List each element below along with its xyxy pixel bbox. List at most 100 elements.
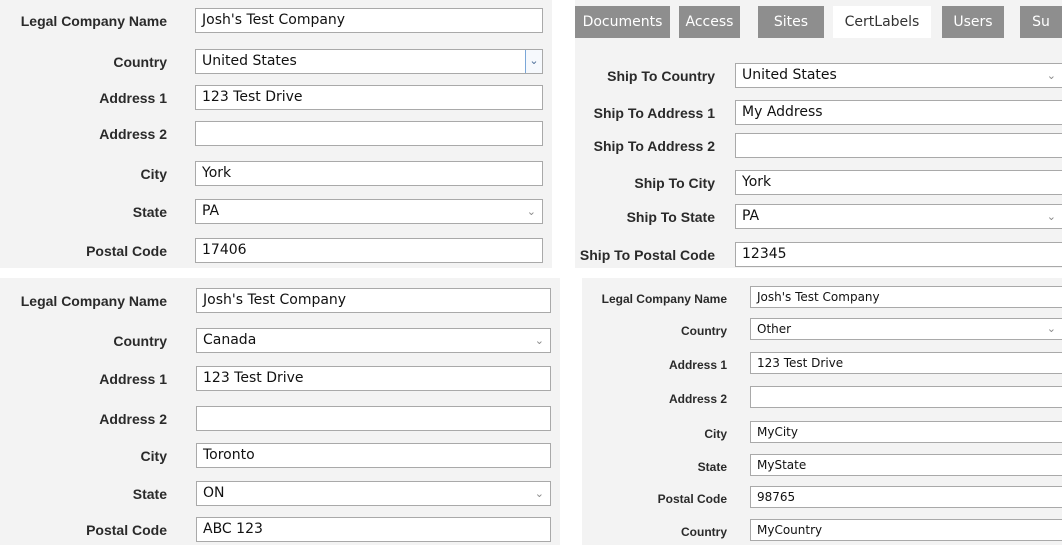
ship-to-city-input[interactable]: York — [735, 170, 1062, 195]
address-2-input[interactable] — [196, 406, 551, 431]
chevron-down-icon[interactable]: ⌄ — [1047, 205, 1056, 228]
country-select[interactable]: Other ⌄ — [750, 318, 1062, 340]
form-row: Address 2 — [0, 119, 552, 149]
form-row: Legal Company Name Josh's Test Company — [0, 286, 560, 316]
form-row: Ship To Country United States ⌄ — [575, 61, 1062, 91]
chevron-down-icon[interactable]: ⌄ — [1047, 64, 1056, 87]
field-label: Postal Code — [657, 492, 727, 506]
ship-to-country-value: United States — [742, 67, 837, 83]
chevron-down-icon[interactable]: ⌄ — [535, 329, 544, 352]
field-label: City — [704, 427, 727, 441]
field-label: Legal Company Name — [601, 292, 727, 306]
ship-to-postal-code-input[interactable]: 12345 — [735, 242, 1062, 267]
form-row: Address 2 — [0, 404, 560, 434]
field-label: Country — [113, 54, 167, 70]
legal-company-name-input[interactable]: Josh's Test Company — [750, 286, 1062, 308]
chevron-down-icon[interactable]: ⌄ — [527, 200, 536, 223]
postal-code-input[interactable]: 17406 — [195, 238, 543, 263]
address-form-canada: Legal Company Name Josh's Test Company C… — [0, 278, 560, 545]
form-row: Ship To Address 2 — [575, 131, 1062, 161]
field-label: Legal Company Name — [20, 13, 167, 29]
field-label: Address 1 — [668, 358, 727, 372]
field-label: City — [140, 448, 167, 464]
field-label: State — [132, 204, 167, 220]
form-row: Address 1 123 Test Drive — [582, 350, 1062, 380]
legal-company-name-input[interactable]: Josh's Test Company — [196, 288, 551, 313]
form-row: Ship To State PA ⌄ — [575, 202, 1062, 232]
postal-code-input[interactable]: ABC 123 — [196, 517, 551, 542]
city-input[interactable]: MyCity — [750, 421, 1062, 443]
field-label: Ship To Address 1 — [593, 105, 715, 121]
form-row: State PA ⌄ — [0, 197, 552, 227]
form-row: City MyCity — [582, 419, 1062, 449]
form-row: Postal Code 17406 — [0, 236, 552, 266]
country-select[interactable]: Canada ⌄ — [196, 328, 551, 353]
field-label: Country — [681, 324, 727, 338]
address-2-input[interactable] — [195, 121, 543, 146]
state-select[interactable]: PA ⌄ — [195, 199, 543, 224]
form-row: City York — [0, 159, 552, 189]
state-select-value: ON — [203, 485, 225, 501]
form-row: Ship To Postal Code 12345 — [575, 240, 1062, 270]
field-label: Ship To Address 2 — [593, 138, 715, 154]
city-input[interactable]: York — [195, 161, 543, 186]
state-select[interactable]: ON ⌄ — [196, 481, 551, 506]
form-row: State ON ⌄ — [0, 479, 560, 509]
field-label: Address 1 — [99, 90, 167, 106]
field-label: Ship To Postal Code — [579, 247, 715, 263]
form-row: Country MyCountry — [582, 517, 1062, 547]
country-select-value: Canada — [203, 332, 257, 348]
form-row: Postal Code 98765 — [582, 484, 1062, 514]
ship-to-address-2-input[interactable] — [735, 133, 1062, 158]
country-select-value: United States — [202, 53, 297, 69]
country-select[interactable]: United States ⌄ — [195, 49, 543, 74]
field-label: State — [132, 486, 167, 502]
form-row: State MyState — [582, 452, 1062, 482]
address-1-input[interactable]: 123 Test Drive — [195, 85, 543, 110]
field-label: Address 1 — [99, 371, 167, 387]
postal-code-input[interactable]: 98765 — [750, 486, 1062, 508]
ship-to-state-select[interactable]: PA ⌄ — [735, 204, 1062, 229]
form-row: Postal Code ABC 123 — [0, 515, 560, 545]
address-form-other: Legal Company Name Josh's Test Company C… — [582, 278, 1062, 545]
form-row: Country Canada ⌄ — [0, 326, 560, 356]
field-label: Legal Company Name — [20, 293, 167, 309]
address-1-input[interactable]: 123 Test Drive — [196, 366, 551, 391]
form-row: Ship To Address 1 My Address — [575, 98, 1062, 128]
address-form-us: Legal Company Name Josh's Test Company C… — [0, 0, 552, 268]
ship-to-state-value: PA — [742, 208, 760, 224]
form-row: Address 2 — [582, 384, 1062, 414]
address-2-input[interactable] — [750, 386, 1062, 408]
chevron-down-icon[interactable]: ⌄ — [1047, 319, 1056, 339]
field-label: Ship To State — [626, 209, 715, 225]
chevron-down-icon[interactable]: ⌄ — [535, 482, 544, 505]
ship-to-rows: Ship To Country United States ⌄ Ship To … — [575, 0, 1062, 268]
field-label: Postal Code — [86, 243, 167, 259]
field-label: Country — [113, 333, 167, 349]
form-row: Address 1 123 Test Drive — [0, 364, 560, 394]
form-row: Country United States ⌄ — [0, 47, 552, 77]
city-input[interactable]: Toronto — [196, 443, 551, 468]
chevron-down-icon[interactable]: ⌄ — [525, 50, 542, 73]
ship-to-country-select[interactable]: United States ⌄ — [735, 63, 1062, 88]
state-select-value: PA — [202, 203, 220, 219]
field-label: Address 2 — [668, 392, 727, 406]
field-label: City — [140, 166, 167, 182]
field-label: Postal Code — [86, 522, 167, 538]
field-label: Ship To City — [634, 175, 715, 191]
form-row: Legal Company Name Josh's Test Company — [582, 284, 1062, 314]
country-text-input[interactable]: MyCountry — [750, 519, 1062, 541]
field-label: Country — [681, 525, 727, 539]
form-row: Country Other ⌄ — [582, 316, 1062, 346]
field-label: Ship To Country — [607, 68, 715, 84]
address-1-input[interactable]: 123 Test Drive — [750, 352, 1062, 374]
form-row: City Toronto — [0, 441, 560, 471]
form-row: Ship To City York — [575, 168, 1062, 198]
ship-to-address-1-input[interactable]: My Address — [735, 100, 1062, 125]
state-input[interactable]: MyState — [750, 454, 1062, 476]
field-label: Address 2 — [99, 126, 167, 142]
form-row: Address 1 123 Test Drive — [0, 83, 552, 113]
form-row: Legal Company Name Josh's Test Company — [0, 6, 552, 36]
legal-company-name-input[interactable]: Josh's Test Company — [195, 8, 543, 33]
field-label: State — [697, 460, 727, 474]
